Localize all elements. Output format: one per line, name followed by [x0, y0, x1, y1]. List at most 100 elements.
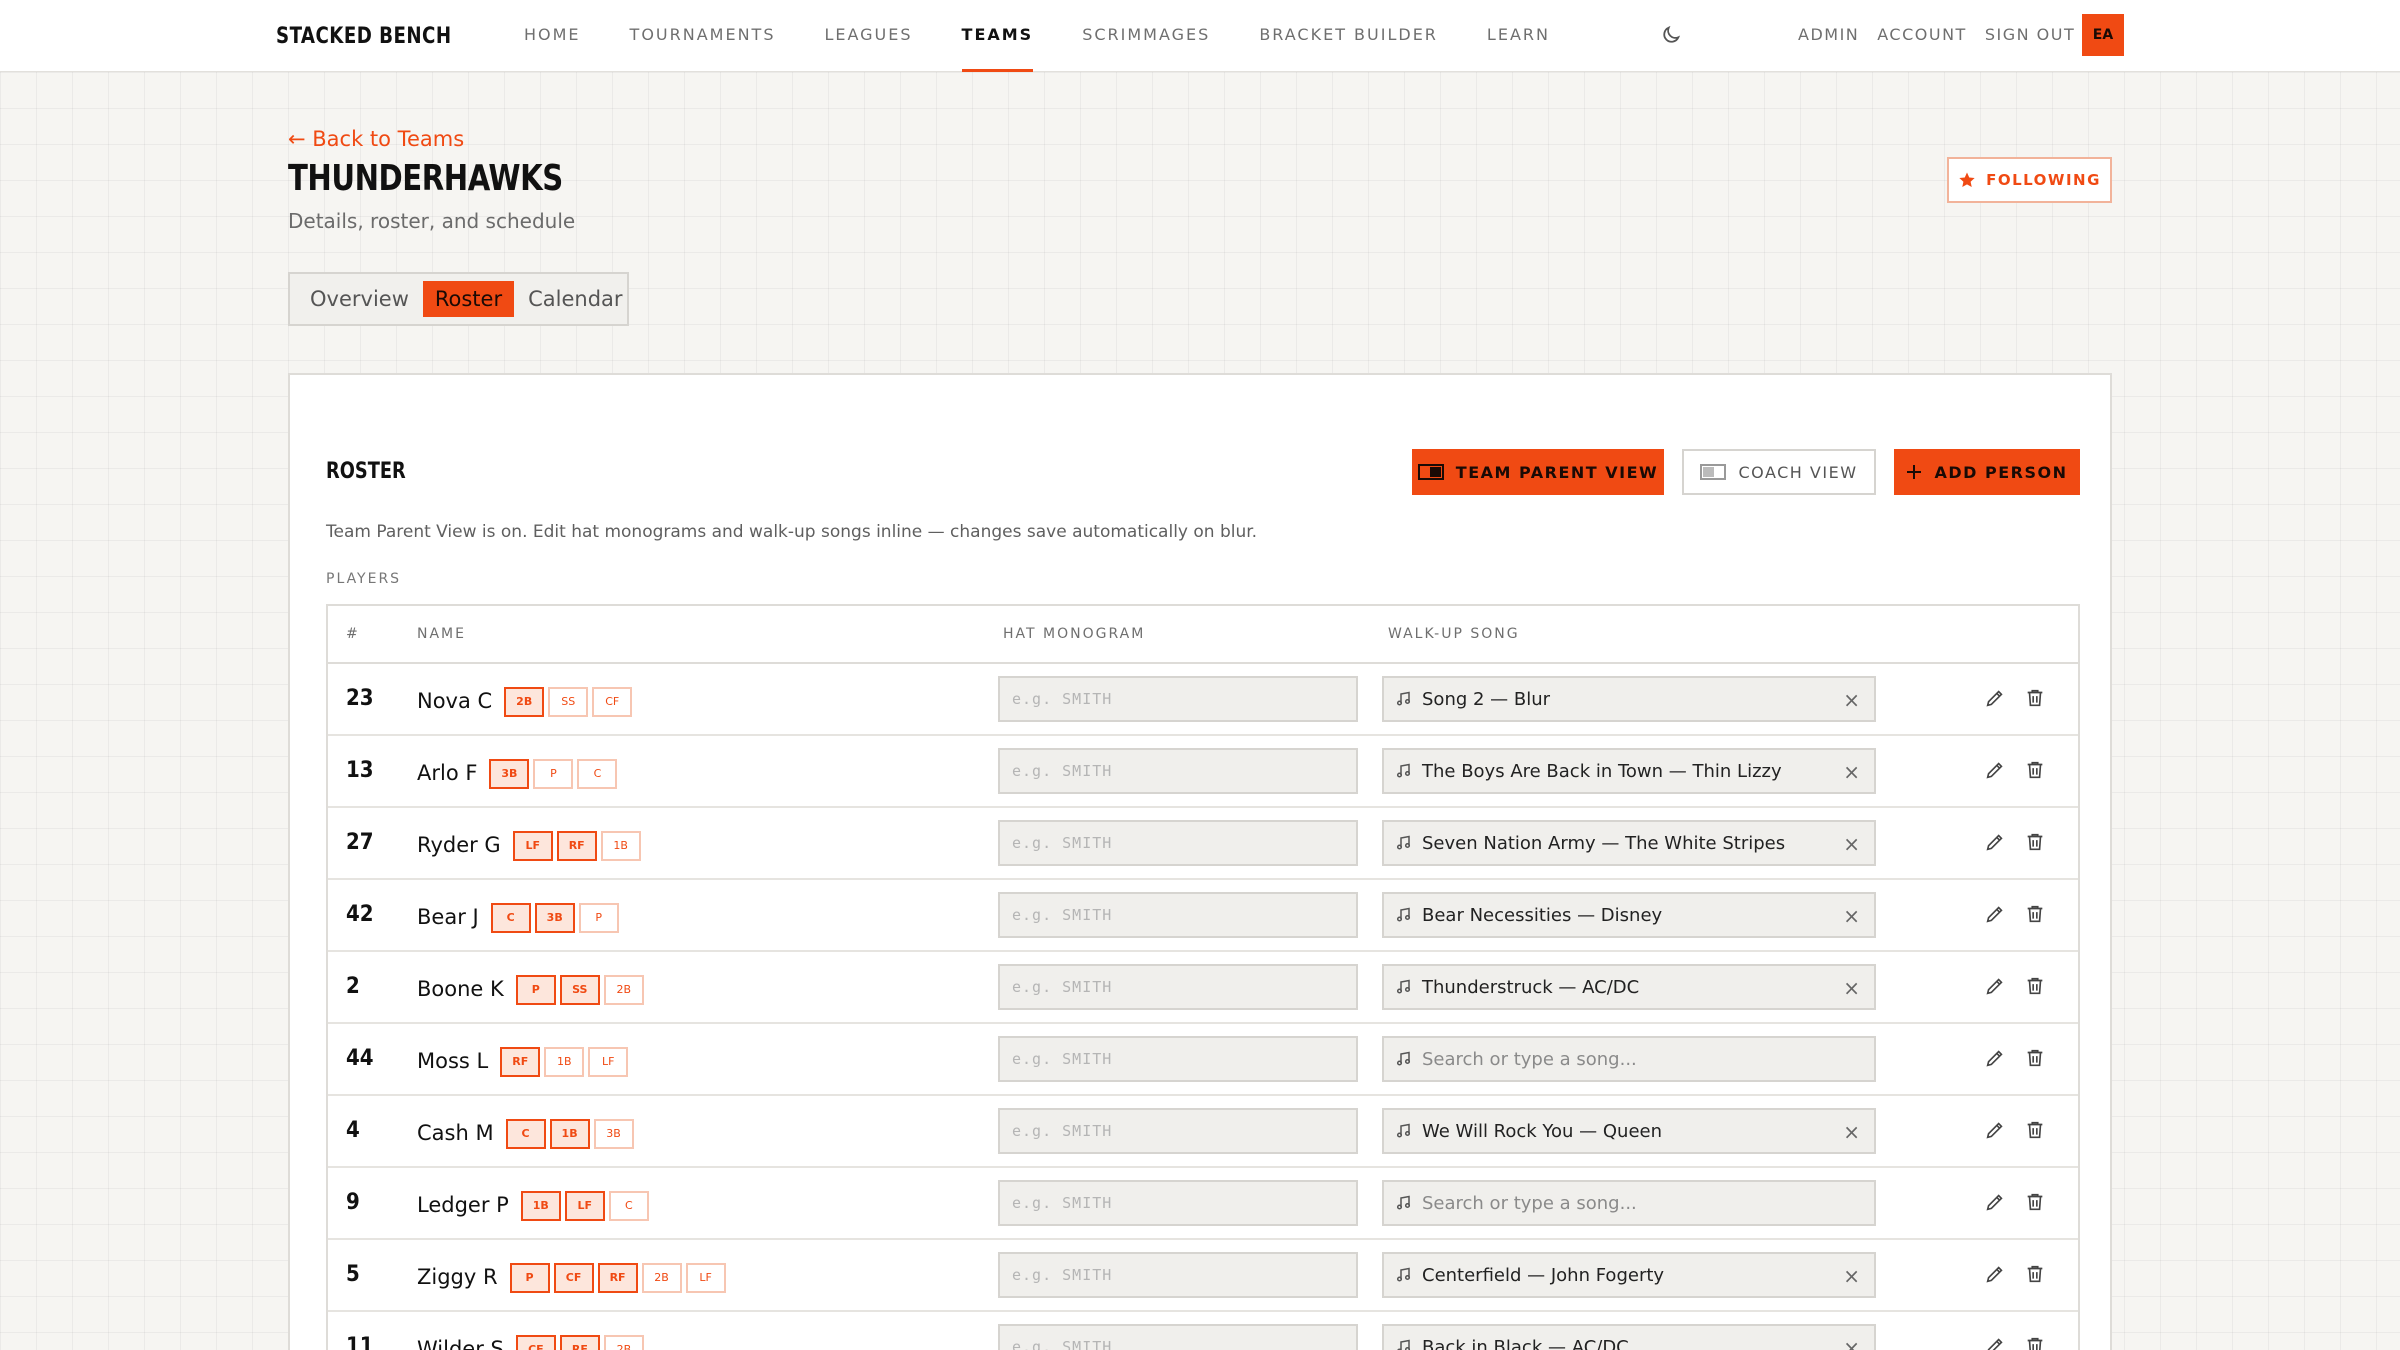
- nav-link-teams[interactable]: TEAMS: [961, 0, 1034, 72]
- player-name: Ziggy R P CF RF 2B LF: [417, 1262, 730, 1293]
- page-subtitle: Details, roster, and schedule: [288, 209, 576, 233]
- hat-monogram-input[interactable]: e.g. SMITH: [998, 1252, 1358, 1298]
- clear-song-icon[interactable]: ×: [1843, 976, 1860, 1000]
- trash-icon[interactable]: [2024, 1335, 2046, 1350]
- clear-song-icon[interactable]: ×: [1843, 1120, 1860, 1144]
- edit-icon[interactable]: [1984, 1335, 2006, 1350]
- hat-monogram-input[interactable]: e.g. SMITH: [998, 964, 1358, 1010]
- walk-up-song-input[interactable]: Bear Necessities — Disney ×: [1382, 892, 1876, 938]
- avatar[interactable]: EA: [2082, 14, 2124, 56]
- jersey-number: 23: [346, 686, 374, 711]
- trash-icon[interactable]: [2024, 1047, 2046, 1069]
- position-badge: P: [509, 1262, 550, 1293]
- trash-icon[interactable]: [2024, 975, 2046, 997]
- col-walk-up-song: WALK-UP SONG: [1388, 626, 1520, 642]
- nav-link-leagues[interactable]: LEAGUES: [824, 0, 912, 72]
- clear-song-icon[interactable]: ×: [1843, 688, 1860, 712]
- walk-up-song-input[interactable]: We Will Rock You — Queen ×: [1382, 1108, 1876, 1154]
- hat-monogram-input[interactable]: e.g. SMITH: [998, 1108, 1358, 1154]
- table-row: 44 Moss L RF 1B LF e.g. SMITH Search or ty…: [328, 1024, 2078, 1096]
- tab-calendar[interactable]: Calendar: [516, 281, 634, 317]
- player-name-text: Cash M: [417, 1121, 494, 1146]
- hat-monogram-input[interactable]: e.g. SMITH: [998, 1036, 1358, 1082]
- table-row: 42 Bear J C 3B P e.g. SMITH Bear Necessiti…: [328, 880, 2078, 952]
- view-note: Team Parent View is on. Edit hat monogra…: [326, 522, 1258, 542]
- edit-icon[interactable]: [1984, 1119, 2006, 1141]
- tab-roster[interactable]: Roster: [422, 281, 515, 317]
- coach-view-label: COACH VIEW: [1738, 462, 1858, 482]
- walk-up-song-input[interactable]: The Boys Are Back in Town — Thin Lizzy ×: [1382, 748, 1876, 794]
- position-badge: C: [505, 1118, 546, 1149]
- brand-logo[interactable]: STACKED BENCH: [276, 24, 452, 49]
- player-name: Ledger P 1B LF C: [417, 1190, 653, 1221]
- walk-up-song-input[interactable]: Search or type a song...: [1382, 1036, 1876, 1082]
- col-hat-monogram: HAT MONOGRAM: [1003, 626, 1146, 642]
- hat-monogram-input[interactable]: e.g. SMITH: [998, 1324, 1358, 1350]
- hat-monogram-input[interactable]: e.g. SMITH: [998, 676, 1358, 722]
- team-parent-view-button[interactable]: TEAM PARENT VIEW: [1412, 449, 1664, 495]
- walk-up-song-text: Seven Nation Army — The White Stripes: [1422, 832, 1786, 854]
- trash-icon[interactable]: [2024, 1119, 2046, 1141]
- walk-up-song-text: The Boys Are Back in Town — Thin Lizzy: [1422, 760, 1782, 782]
- edit-icon[interactable]: [1984, 903, 2006, 925]
- walk-up-song-input[interactable]: Centerfield — John Fogerty ×: [1382, 1252, 1876, 1298]
- hat-monogram-input[interactable]: e.g. SMITH: [998, 748, 1358, 794]
- edit-icon[interactable]: [1984, 687, 2006, 709]
- nav-link-home[interactable]: HOME: [524, 0, 581, 72]
- edit-icon[interactable]: [1984, 1191, 2006, 1213]
- nav-link-admin[interactable]: ADMIN: [1798, 25, 1859, 44]
- trash-icon[interactable]: [2024, 1191, 2046, 1213]
- nav-link-tournaments[interactable]: TOURNAMENTS: [630, 0, 776, 72]
- walk-up-song-input[interactable]: Thunderstruck — AC/DC ×: [1382, 964, 1876, 1010]
- hat-monogram-input[interactable]: e.g. SMITH: [998, 820, 1358, 866]
- position-badge: 1B: [549, 1118, 590, 1149]
- add-person-button[interactable]: ADD PERSON: [1894, 449, 2080, 495]
- walk-up-song-input[interactable]: Search or type a song...: [1382, 1180, 1876, 1226]
- jersey-number: 42: [346, 902, 374, 927]
- nav-link-learn[interactable]: LEARN: [1487, 0, 1550, 72]
- clear-song-icon[interactable]: ×: [1843, 832, 1860, 856]
- coach-view-button[interactable]: COACH VIEW: [1682, 449, 1876, 495]
- clear-song-icon[interactable]: ×: [1843, 760, 1860, 784]
- jersey-number: 44: [346, 1046, 374, 1071]
- clear-song-icon[interactable]: ×: [1843, 904, 1860, 928]
- walk-up-song-input[interactable]: Back in Black — AC/DC ×: [1382, 1324, 1876, 1350]
- star-icon: [1959, 172, 1975, 188]
- nav-link-account[interactable]: ACCOUNT: [1877, 25, 1967, 44]
- walk-up-song-input[interactable]: Song 2 — Blur ×: [1382, 676, 1876, 722]
- hat-monogram-input[interactable]: e.g. SMITH: [998, 1180, 1358, 1226]
- jersey-number: 4: [346, 1118, 360, 1143]
- trash-icon[interactable]: [2024, 687, 2046, 709]
- nav-link-sign-out[interactable]: SIGN OUT: [1985, 25, 2075, 44]
- trash-icon[interactable]: [2024, 1263, 2046, 1285]
- position-badge: RF: [559, 1334, 600, 1350]
- trash-icon[interactable]: [2024, 903, 2046, 925]
- walk-up-song-text: Thunderstruck — AC/DC: [1422, 976, 1640, 998]
- music-note-icon: [1396, 979, 1411, 994]
- edit-icon[interactable]: [1984, 759, 2006, 781]
- edit-icon[interactable]: [1984, 975, 2006, 997]
- moon-icon[interactable]: [1660, 24, 1682, 46]
- trash-icon[interactable]: [2024, 831, 2046, 853]
- position-badge: C: [577, 758, 618, 789]
- trash-icon[interactable]: [2024, 759, 2046, 781]
- position-badge: RF: [597, 1262, 638, 1293]
- plus-icon: [1907, 465, 1922, 479]
- clear-song-icon[interactable]: ×: [1843, 1336, 1860, 1350]
- music-note-icon: [1396, 1051, 1411, 1066]
- music-note-icon: [1396, 835, 1411, 850]
- hat-monogram-input[interactable]: e.g. SMITH: [998, 892, 1358, 938]
- clear-song-icon[interactable]: ×: [1843, 1264, 1860, 1288]
- position-badge: 2B: [603, 974, 644, 1005]
- following-button[interactable]: FOLLOWING: [1947, 157, 2112, 203]
- edit-icon[interactable]: [1984, 831, 2006, 853]
- tab-overview[interactable]: Overview: [298, 281, 421, 317]
- edit-icon[interactable]: [1984, 1047, 2006, 1069]
- edit-icon[interactable]: [1984, 1263, 2006, 1285]
- walk-up-song-input[interactable]: Seven Nation Army — The White Stripes ×: [1382, 820, 1876, 866]
- back-to-teams-link[interactable]: ← Back to Teams: [288, 127, 464, 151]
- player-name-text: Wilder S: [417, 1337, 504, 1350]
- nav-link-scrimmages[interactable]: SCRIMMAGES: [1082, 0, 1210, 72]
- jersey-number: 9: [346, 1190, 360, 1215]
- nav-link-bracket-builder[interactable]: BRACKET BUILDER: [1259, 0, 1438, 72]
